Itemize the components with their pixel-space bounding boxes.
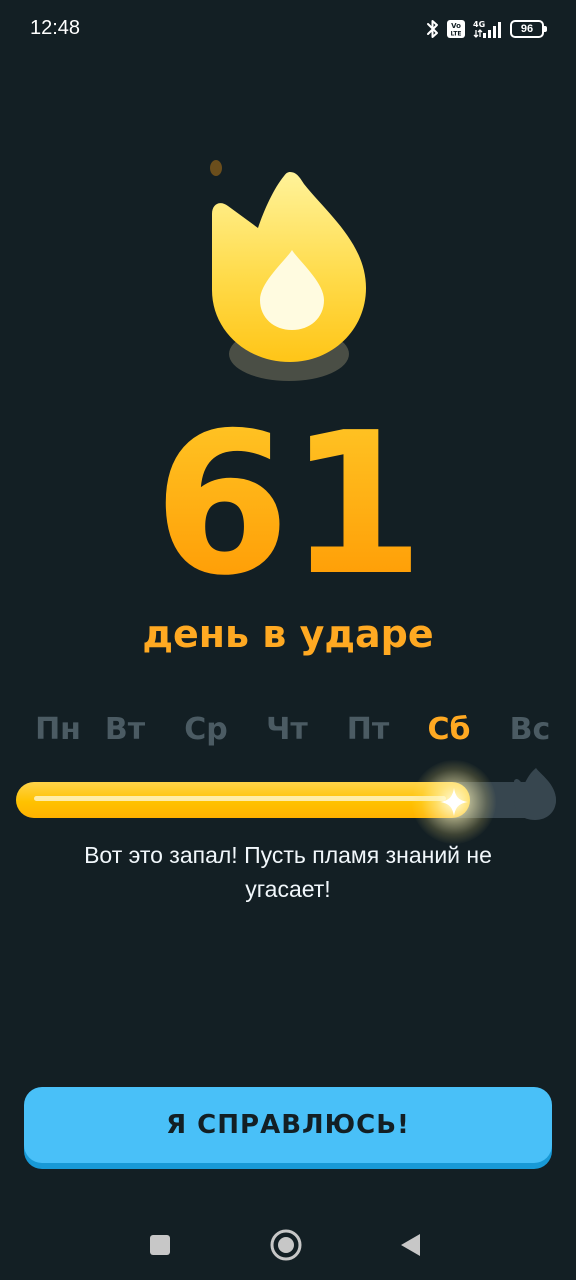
battery-icon: 96 (510, 20, 547, 38)
back-icon[interactable] (392, 1227, 428, 1263)
home-icon[interactable] (268, 1227, 304, 1263)
week-progress-fill (16, 782, 470, 818)
system-nav-bar (0, 1205, 576, 1280)
bluetooth-icon (426, 19, 440, 39)
progress-shine (34, 796, 446, 801)
day-sat: Сб (427, 712, 471, 747)
svg-text:Vo: Vo (451, 22, 461, 30)
status-icons: Vo LTE 4G 96 (426, 18, 547, 40)
volte-icon: Vo LTE (446, 19, 466, 39)
day-wed: Ср (184, 712, 228, 747)
day-thu: Чт (266, 712, 308, 747)
streak-label: день в ударе (142, 612, 434, 656)
streak-screen: 12:48 Vo LTE 4G 96 61 день в ударе Пн Вт… (0, 0, 576, 1280)
sparkle-icon (434, 782, 474, 822)
status-bar: 12:48 Vo LTE 4G 96 (0, 0, 576, 58)
week-days: Пн Вт Ср Чт Пт Сб Вс (0, 712, 576, 756)
svg-text:LTE: LTE (450, 31, 461, 38)
day-fri: Пт (346, 712, 390, 747)
signal-icon: 4G (472, 19, 504, 39)
inactive-flame-icon (510, 766, 558, 822)
commit-button[interactable]: Я СПРАВЛЮСЬ! (24, 1087, 552, 1163)
motivation-message: Вот это запал! Пусть пламя знаний не уга… (84, 842, 492, 902)
day-sun: Вс (509, 712, 551, 747)
status-time: 12:48 (30, 17, 81, 39)
flame-icon (200, 150, 380, 390)
day-tue: Вт (104, 712, 146, 747)
recents-icon[interactable] (142, 1227, 178, 1263)
streak-count: 61 (0, 395, 576, 615)
svg-text:4G: 4G (473, 20, 485, 29)
